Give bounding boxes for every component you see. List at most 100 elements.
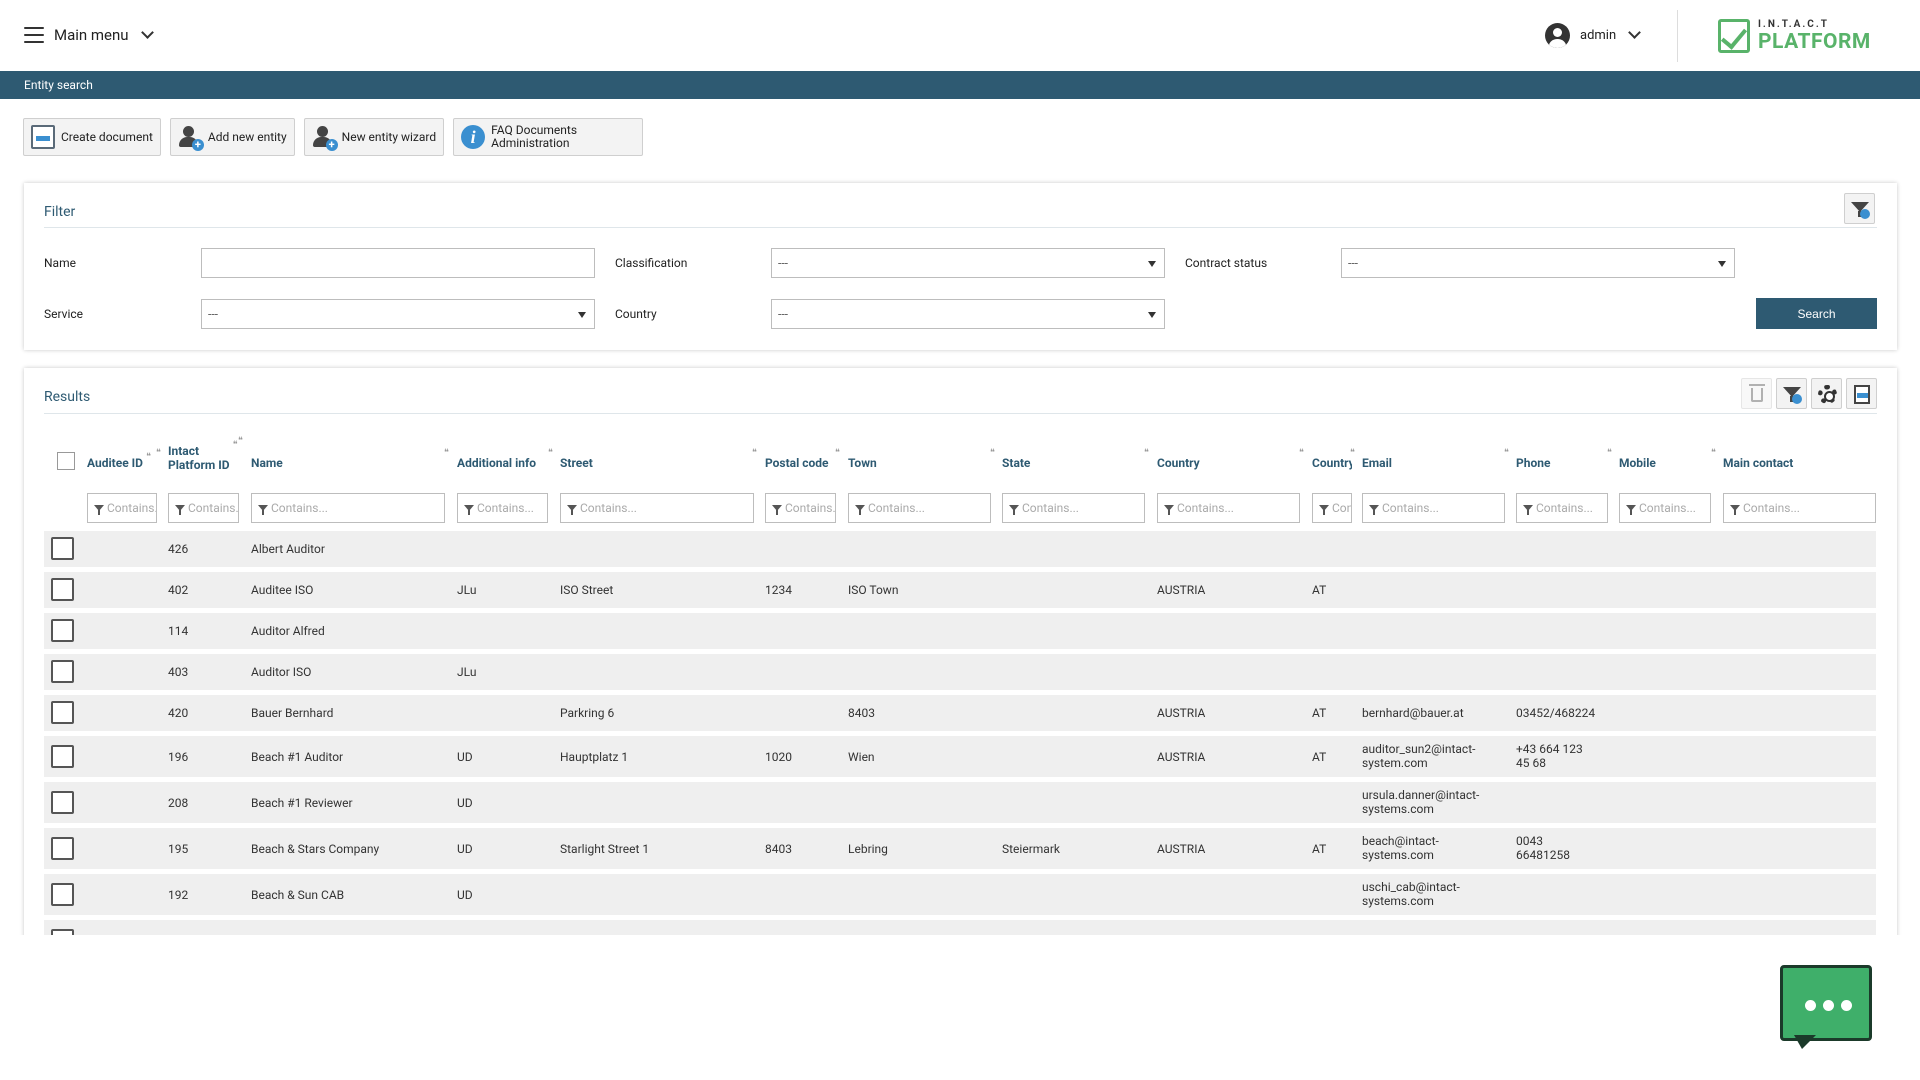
filter-divider [44, 227, 1877, 228]
funnel-icon [1369, 505, 1379, 515]
caret-down-icon [1718, 261, 1726, 267]
column-name[interactable]: Name [251, 456, 283, 470]
filter-mobile[interactable]: Contains... [1619, 493, 1711, 523]
filter-additional-info[interactable]: Contains... [457, 493, 548, 523]
filter-country-code[interactable]: Contains... [1312, 493, 1352, 523]
row-checkbox[interactable] [51, 883, 74, 906]
table-row[interactable]: 192 Beach & Sun CAB UD uschi_cab@intact-… [44, 874, 1876, 915]
name-label: Name [44, 256, 76, 270]
column-state[interactable]: State [1002, 456, 1030, 470]
column-postal-code[interactable]: Postal code [765, 456, 829, 470]
faq-label-line2: Administration [491, 136, 570, 150]
table-row[interactable]: 208 Beach #1 Reviewer UD ursula.danner@i… [44, 782, 1876, 823]
cell-email: bernhard@bauer.at [1362, 706, 1464, 720]
user-menu-button[interactable]: admin [1545, 22, 1642, 48]
intact-platform-logo: I.N.T.A.C.T PLATFORM [1718, 16, 1871, 56]
filter-country[interactable]: Contains... [1157, 493, 1300, 523]
filter-state[interactable]: Contains... [1002, 493, 1145, 523]
column-phone[interactable]: Phone [1516, 456, 1550, 470]
column-auditee-id[interactable]: Auditee ID ❝ [87, 452, 151, 470]
table-row[interactable]: 420 Bauer Bernhard Parkring 6 8403 AUSTR… [44, 695, 1876, 731]
filter-auditee-id[interactable]: Contains... [87, 493, 157, 523]
new-entity-wizard-label: New entity wizard [341, 130, 437, 144]
results-divider [44, 413, 1877, 414]
gear-icon [1818, 385, 1837, 404]
new-entity-wizard-button[interactable]: + New entity wizard [303, 118, 445, 156]
filter-phone[interactable]: Contains... [1516, 493, 1608, 523]
results-tools [1741, 378, 1877, 409]
table-row[interactable]: 402 Auditee ISO JLu ISO Street 1234 ISO … [44, 572, 1876, 608]
row-checkbox[interactable] [51, 537, 74, 560]
cell-name: Beach & Stars Company [251, 842, 380, 856]
cell-country: AUSTRIA [1157, 583, 1206, 597]
table-row[interactable]: 195 Beach & Stars Company UD Starlight S… [44, 828, 1876, 869]
user-avatar-icon [1545, 22, 1570, 48]
user-name: admin [1580, 27, 1617, 43]
cell-additional-info: UD [457, 796, 473, 810]
service-select[interactable]: --- [201, 299, 595, 329]
create-document-button[interactable]: Create document [23, 118, 161, 156]
clear-filter-button[interactable] [1844, 193, 1875, 224]
classification-select[interactable]: --- [771, 248, 1165, 278]
cell-platform-id: 420 [168, 706, 189, 720]
settings-button[interactable] [1811, 378, 1842, 409]
filter-name[interactable]: Contains... [251, 493, 445, 523]
column-platform-id[interactable]: Intact Platform ID ❝ [168, 440, 238, 472]
column-main-contact[interactable]: Main contact [1723, 456, 1793, 470]
add-new-entity-button[interactable]: + Add new entity [169, 118, 295, 156]
country-select[interactable]: --- [771, 299, 1165, 329]
funnel-icon [772, 505, 782, 515]
table-header: Auditee ID ❝ Intact Platform ID ❝ Name Addi… [87, 436, 1794, 472]
column-country-code[interactable]: Country [1312, 456, 1352, 470]
row-checkbox[interactable] [51, 791, 74, 814]
filter-platform-id[interactable]: Contains... [168, 493, 239, 523]
row-checkbox[interactable] [51, 578, 74, 601]
row-checkbox[interactable] [51, 701, 74, 724]
action-toolbar: Create document + Add new entity + New e… [23, 118, 644, 156]
row-checkbox[interactable] [51, 660, 74, 683]
filter-email[interactable]: Contains... [1362, 493, 1505, 523]
column-country[interactable]: Country [1157, 456, 1200, 470]
filter-main-contact[interactable]: Contains... [1723, 493, 1876, 523]
cell-town: 8403 [848, 706, 875, 720]
trash-icon [1749, 384, 1765, 402]
column-mobile[interactable]: Mobile [1619, 456, 1656, 470]
country-label: Country [615, 307, 657, 321]
clear-badge-icon [1792, 394, 1802, 404]
main-menu-button[interactable]: Main menu [24, 22, 154, 48]
name-input[interactable] [201, 248, 595, 278]
chat-widget-button[interactable] [1780, 965, 1876, 1055]
table-row[interactable] [44, 920, 1876, 935]
contract-status-select[interactable]: --- [1341, 248, 1735, 278]
row-checkbox[interactable] [51, 619, 74, 642]
cell-country-code: AT [1312, 583, 1327, 597]
delete-button[interactable] [1741, 378, 1772, 409]
column-town[interactable]: Town [848, 456, 877, 470]
cell-additional-info: UD [457, 842, 473, 856]
column-street[interactable]: Street [560, 456, 593, 470]
cell-town: Wien [848, 750, 875, 764]
service-value: --- [208, 307, 218, 321]
funnel-icon [464, 505, 474, 515]
filter-title: Filter [44, 204, 76, 220]
export-button[interactable] [1846, 378, 1877, 409]
table-row[interactable]: 196 Beach #1 Auditor UD Hauptplatz 1 102… [44, 736, 1876, 777]
filter-street[interactable]: Contains... [560, 493, 754, 523]
cell-additional-info: JLu [457, 583, 477, 597]
row-checkbox[interactable] [51, 745, 74, 768]
table-row[interactable]: 114 Auditor Alfred [44, 613, 1876, 649]
table-row[interactable]: 403 Auditor ISO JLu [44, 654, 1876, 690]
logo-check-icon [1718, 19, 1750, 53]
search-button[interactable]: Search [1756, 298, 1877, 329]
top-header: Main menu admin I.N.T.A.C.T PLATFORM [0, 0, 1920, 71]
table-row[interactable]: 426 Albert Auditor [44, 531, 1876, 567]
faq-documents-button[interactable]: i FAQ Documents Administration [453, 118, 644, 156]
filter-town[interactable]: Contains... [848, 493, 991, 523]
clear-column-filter-button[interactable] [1776, 378, 1807, 409]
column-additional-info[interactable]: Additional info [457, 456, 536, 470]
cell-name: Auditee ISO [251, 583, 314, 597]
column-email[interactable]: Email [1362, 456, 1392, 470]
cell-postal-code: 1234 [765, 583, 792, 597]
row-checkbox[interactable] [51, 837, 74, 860]
filter-postal-code[interactable]: Contains... [765, 493, 836, 523]
